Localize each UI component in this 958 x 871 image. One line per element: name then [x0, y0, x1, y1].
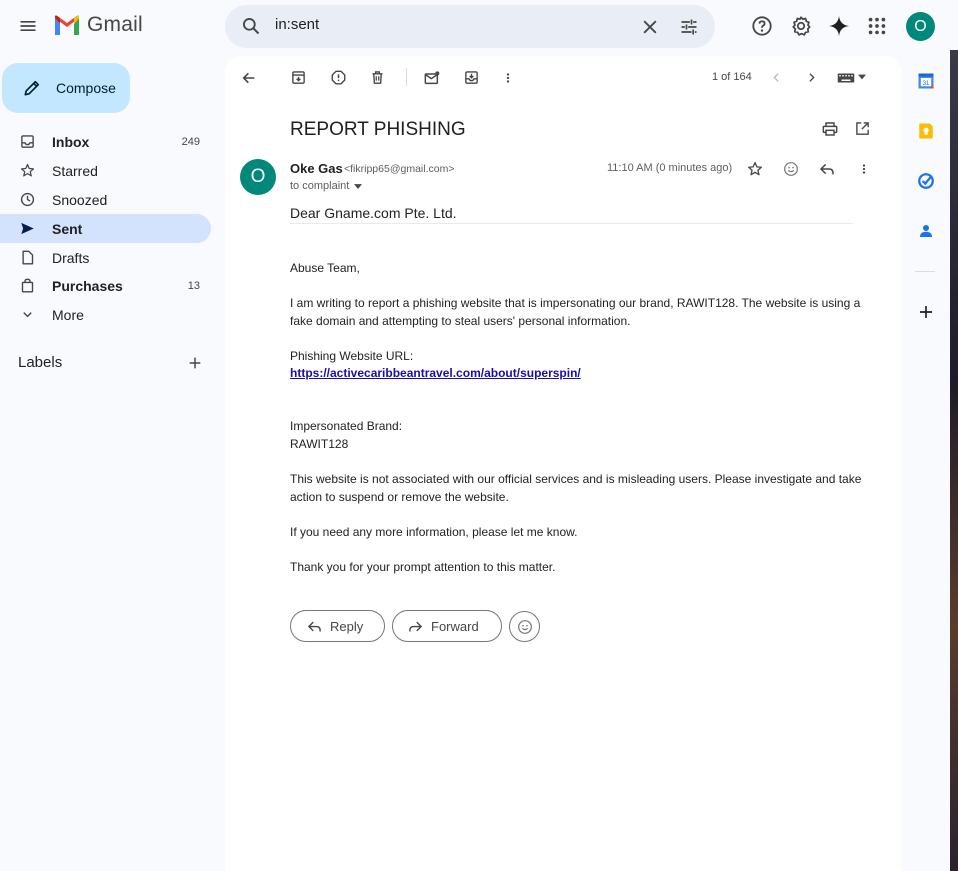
sender-name[interactable]: Oke Gas	[290, 161, 343, 176]
unread-count: 249	[181, 135, 200, 148]
send-icon	[21, 222, 34, 235]
reply-icon	[307, 621, 321, 631]
email-intro: I am writing to report a phishing websit…	[290, 296, 861, 328]
sender-avatar[interactable]: O	[240, 159, 276, 195]
inbox-icon	[21, 135, 34, 148]
app-name: Gmail	[87, 13, 143, 36]
email-timestamp: 11:10 AM (0 minutes ago)	[607, 162, 733, 174]
main-menu-button[interactable]	[12, 10, 44, 42]
sidebar-item-starred[interactable]: Starred	[0, 156, 211, 185]
toolbar-divider	[406, 68, 407, 86]
sidebar-item-inbox[interactable]: Inbox 249	[0, 127, 211, 156]
sidebar-item-label: Inbox	[52, 133, 90, 150]
search-options-icon[interactable]	[679, 17, 699, 37]
clock-icon	[20, 192, 35, 207]
chevron-down-icon	[23, 312, 32, 318]
labels-heading: Labels	[18, 354, 63, 371]
sidebar-item-label: More	[52, 306, 84, 323]
top-bar: Gmail O	[0, 0, 958, 56]
url-label: Phishing Website URL:	[290, 349, 414, 363]
unread-count: 13	[187, 279, 200, 292]
reply-icon[interactable]	[819, 161, 835, 177]
sidebar-item-more[interactable]: More	[0, 300, 211, 329]
sidebar-item-sent[interactable]: Sent	[0, 214, 211, 243]
compose-label: Compose	[56, 80, 116, 96]
email-request: This website is not associated with our …	[290, 472, 862, 504]
email-thanks: Thank you for your prompt attention to t…	[290, 560, 556, 574]
reply-label: Reply	[330, 618, 364, 634]
url-line: https://activecaribbeantravel.com/about/…	[290, 364, 880, 382]
gmail-m-icon	[55, 15, 79, 35]
background-window-edge	[950, 50, 958, 871]
star-icon	[20, 163, 35, 177]
sidebar-item-drafts[interactable]: Drafts	[0, 243, 211, 272]
email-view: 1 of 164 REPORT PHISHING O Oke Gas <fikr…	[225, 56, 901, 871]
move-to-icon[interactable]	[464, 70, 479, 85]
keyboard-icon[interactable]	[837, 72, 855, 84]
tasks-icon[interactable]	[917, 172, 935, 190]
chevron-left-icon[interactable]	[770, 71, 783, 84]
sidebar-item-label: Sent	[52, 220, 83, 237]
forward-label: Forward	[431, 618, 479, 634]
email-subject: REPORT PHISHING	[290, 119, 466, 140]
draft-file-icon	[22, 250, 34, 265]
emoji-reaction-icon[interactable]	[783, 161, 799, 177]
back-arrow-icon[interactable]	[241, 70, 257, 86]
sidebar-item-label: Snoozed	[52, 191, 108, 208]
plus-icon[interactable]	[917, 303, 935, 321]
email-greeting: Dear Gname.com Pte. Ltd.	[290, 205, 853, 224]
compose-button[interactable]: Compose	[2, 63, 130, 113]
reply-button[interactable]: Reply	[290, 610, 385, 642]
forward-button[interactable]: Forward	[392, 610, 502, 642]
contacts-icon[interactable]	[917, 222, 935, 240]
sidebar-item-purchases[interactable]: Purchases 13	[0, 271, 211, 300]
search-bar	[225, 5, 715, 48]
keep-notes-icon[interactable]	[917, 122, 935, 140]
calendar-icon[interactable]: 31	[917, 72, 935, 90]
star-icon[interactable]	[747, 161, 763, 177]
sidebar-item-snoozed[interactable]: Snoozed	[0, 185, 211, 214]
plus-icon[interactable]	[187, 355, 203, 371]
pencil-icon	[24, 80, 40, 96]
gmail-logo[interactable]: Gmail	[53, 13, 143, 37]
email-followup: If you need any more information, please…	[290, 525, 578, 539]
brand-label: Impersonated Brand:	[290, 419, 403, 433]
mark-unread-icon[interactable]	[424, 70, 440, 86]
menu-icon	[20, 21, 36, 31]
sender-email: <fikripp65@gmail.com>	[344, 163, 455, 175]
gemini-sparkle-icon[interactable]	[828, 15, 850, 37]
forward-icon	[409, 621, 423, 631]
account-avatar[interactable]: O	[906, 12, 935, 41]
search-icon[interactable]	[241, 16, 261, 36]
print-icon[interactable]	[822, 121, 838, 137]
sidebar-item-label: Purchases	[52, 277, 123, 294]
side-panel-divider	[915, 271, 935, 272]
svg-text:31: 31	[923, 81, 930, 87]
chevron-right-icon[interactable]	[805, 71, 818, 84]
report-spam-icon[interactable]	[331, 70, 346, 85]
close-icon[interactable]	[640, 17, 660, 37]
shopping-bag-icon	[21, 278, 34, 293]
recipient-label: to complaint	[290, 180, 350, 192]
more-vertical-icon[interactable]	[858, 161, 870, 177]
help-icon[interactable]	[751, 15, 773, 37]
sidebar-item-label: Drafts	[52, 249, 90, 266]
brand-name: RAWIT128	[290, 437, 349, 451]
phishing-url-link[interactable]: https://activecaribbeantravel.com/about/…	[290, 366, 581, 380]
gear-icon[interactable]	[790, 15, 812, 37]
open-new-window-icon[interactable]	[855, 121, 870, 136]
search-input[interactable]	[275, 16, 635, 33]
email-salutation: Abuse Team,	[290, 261, 360, 275]
emoji-icon	[517, 619, 532, 634]
more-vertical-icon[interactable]	[502, 70, 514, 86]
trash-icon[interactable]	[370, 70, 385, 85]
pagination-text: 1 of 164	[712, 71, 752, 83]
caret-down-icon	[354, 183, 363, 189]
archive-icon[interactable]	[291, 70, 306, 85]
recipient-details[interactable]: to complaint	[290, 180, 363, 192]
sidebar-item-label: Starred	[52, 162, 98, 179]
apps-grid-icon[interactable]	[866, 15, 888, 37]
emoji-reaction-button[interactable]	[509, 611, 540, 642]
caret-down-icon[interactable]	[858, 74, 866, 80]
